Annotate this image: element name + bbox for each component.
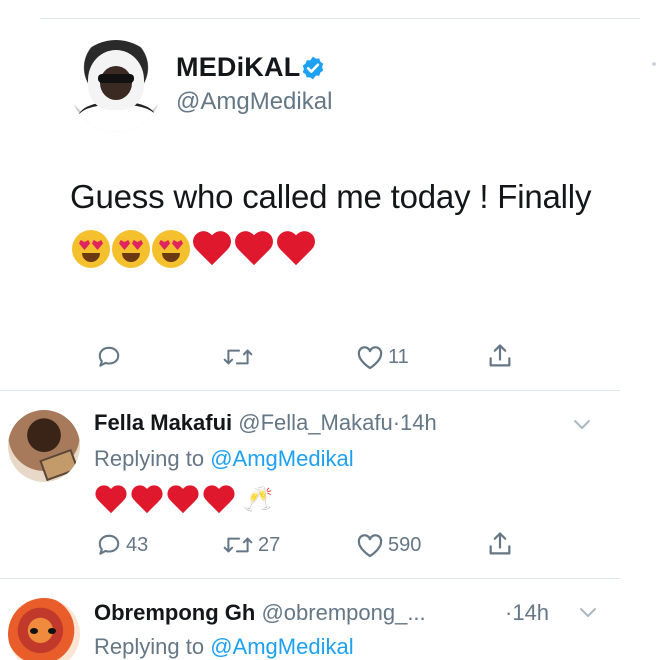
- tweet-text: Guess who called me today ! Finally: [70, 178, 592, 215]
- replying-to: Replying to @AmgMedikal: [94, 446, 354, 472]
- like-button[interactable]: 590: [356, 532, 421, 558]
- reply-button[interactable]: 43: [96, 532, 148, 558]
- reply-header: Fella Makafui @Fella_Makafu·14h: [94, 410, 437, 436]
- red-heart-emoji: [276, 230, 316, 268]
- heart-eyes-emoji: [112, 230, 150, 268]
- chevron-down-icon[interactable]: [578, 606, 598, 620]
- tweet-emojis: [72, 230, 316, 268]
- share-icon: [489, 344, 511, 367]
- retweet-icon: [223, 349, 253, 365]
- handle[interactable]: @obrempong_...: [261, 600, 425, 625]
- red-heart-emoji: [131, 485, 163, 515]
- red-heart-emoji: [167, 485, 199, 515]
- avatar[interactable]: [8, 410, 80, 482]
- reply-header: Obrempong Gh @obrempong_...: [94, 600, 426, 626]
- replying-label: Replying to: [94, 446, 205, 471]
- clinking-glasses-emoji: 🥂: [243, 486, 273, 513]
- verified-badge-icon: [302, 56, 324, 80]
- divider: [0, 390, 620, 391]
- display-name[interactable]: Fella Makafui: [94, 410, 232, 435]
- like-count: 11: [388, 345, 409, 368]
- avatar[interactable]: [8, 598, 80, 660]
- retweet-icon: [223, 537, 253, 553]
- red-heart-emoji: [203, 485, 235, 515]
- like-icon: [357, 534, 383, 558]
- replying-to: Replying to @AmgMedikal: [94, 634, 354, 660]
- share-icon: [489, 532, 511, 555]
- reply-count: 43: [126, 533, 149, 556]
- divider: [0, 578, 620, 579]
- reply-time: ·14h: [505, 600, 549, 626]
- timestamp[interactable]: 14h: [512, 600, 549, 625]
- retweet-count: 27: [258, 533, 281, 556]
- more-indicator: [652, 62, 656, 66]
- retweet-button[interactable]: [222, 344, 254, 370]
- reply-button[interactable]: [96, 344, 122, 370]
- timestamp[interactable]: 14h: [400, 410, 437, 435]
- mention-link[interactable]: @AmgMedikal: [210, 634, 353, 659]
- chevron-down-icon[interactable]: [572, 418, 592, 432]
- main-tweet: MEDiKAL @AmgMedikal Guess who called me …: [0, 0, 660, 392]
- like-count: 590: [388, 533, 422, 556]
- reply-icon: [98, 534, 120, 555]
- separator: ·: [392, 410, 401, 435]
- avatar[interactable]: [70, 40, 162, 132]
- heart-eyes-emoji: [152, 230, 190, 268]
- red-heart-emoji: [192, 230, 232, 268]
- heart-eyes-emoji: [72, 230, 110, 268]
- tweet-actions: 11: [0, 340, 660, 376]
- display-name[interactable]: MEDiKAL: [176, 52, 300, 83]
- mention-link[interactable]: @AmgMedikal: [210, 446, 353, 471]
- share-button[interactable]: [486, 530, 514, 558]
- handle[interactable]: @AmgMedikal: [176, 88, 332, 116]
- reply-emojis: 🥂: [95, 485, 273, 515]
- red-heart-emoji: [95, 485, 127, 515]
- replying-label: Replying to: [94, 634, 205, 659]
- like-icon: [357, 346, 383, 370]
- display-name[interactable]: Obrempong Gh: [94, 600, 255, 625]
- reply-icon: [98, 346, 120, 367]
- like-button[interactable]: 11: [356, 344, 409, 370]
- handle[interactable]: @Fella_Makafu: [238, 410, 392, 435]
- retweet-button[interactable]: 27: [222, 532, 280, 558]
- share-button[interactable]: [486, 342, 514, 370]
- red-heart-emoji: [234, 230, 274, 268]
